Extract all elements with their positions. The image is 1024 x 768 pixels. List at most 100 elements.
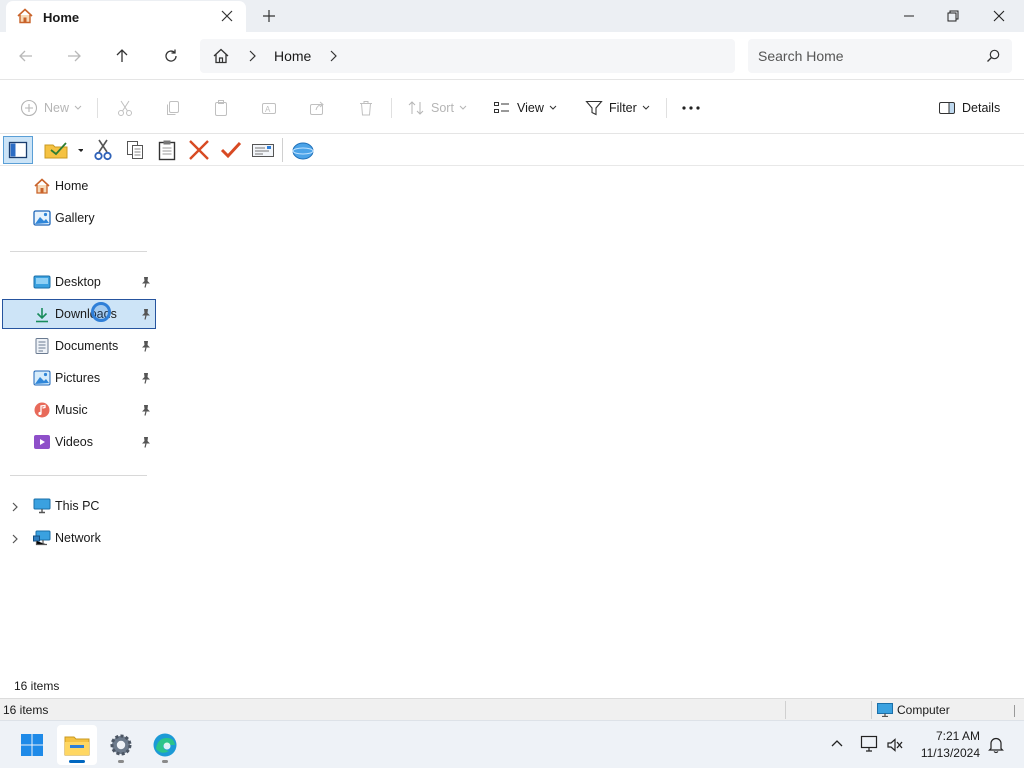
trash-icon [360, 101, 372, 116]
copy-quick-button[interactable] [120, 136, 150, 164]
nav-item-home[interactable]: Home [2, 171, 156, 201]
breadcrumb-home[interactable]: Home [274, 48, 311, 64]
nav-divider [10, 251, 147, 252]
nav-label: Videos [55, 435, 93, 449]
chevron-down-icon [642, 105, 650, 110]
tab-home[interactable]: Home [6, 1, 246, 32]
svg-text:A: A [265, 105, 271, 114]
minimize-button[interactable] [886, 0, 932, 32]
pin-icon[interactable] [141, 372, 151, 387]
properties-quick-button[interactable] [248, 136, 278, 164]
search-box[interactable] [748, 39, 1012, 73]
nav-item-network[interactable]: Network [2, 523, 156, 553]
apply-quick-button[interactable] [216, 136, 246, 164]
sort-button[interactable]: Sort [407, 97, 467, 119]
delete-button[interactable] [357, 97, 375, 119]
taskbar-file-explorer[interactable] [57, 725, 97, 765]
up-button[interactable] [110, 44, 134, 68]
clock-date[interactable]: 11/13/2024 [914, 746, 980, 760]
nav-item-this-pc[interactable]: This PC [2, 491, 156, 521]
network-status-icon[interactable] [860, 735, 880, 756]
pane-icon [8, 141, 28, 159]
details-button[interactable]: Details [938, 97, 1000, 119]
close-window-button[interactable] [976, 0, 1022, 32]
taskbar-settings[interactable] [101, 725, 141, 765]
paste-icon [215, 100, 227, 116]
scissors-icon [94, 139, 112, 161]
nav-item-music[interactable]: Music [2, 395, 156, 425]
restore-button[interactable] [930, 0, 976, 32]
pin-icon[interactable] [141, 340, 151, 355]
chevron-right-icon[interactable] [247, 50, 257, 65]
chevron-right-icon[interactable] [328, 50, 338, 65]
music-folder-icon [33, 402, 51, 421]
navigation-pane-toggle[interactable] [3, 136, 33, 164]
resize-grip[interactable] [1014, 705, 1015, 717]
address-bar[interactable]: Home [200, 39, 735, 73]
clock-time[interactable]: 7:21 AM [914, 729, 980, 743]
command-separator [666, 98, 667, 118]
chevron-right-icon[interactable] [11, 533, 19, 547]
move-to-folder-button[interactable] [40, 136, 86, 164]
globe-icon [292, 142, 314, 160]
paste-button[interactable] [212, 97, 230, 119]
nav-label: Pictures [55, 371, 101, 385]
new-tab-button[interactable] [262, 9, 276, 23]
pin-icon[interactable] [141, 308, 151, 323]
cut-quick-button[interactable] [88, 136, 118, 164]
nav-item-documents[interactable]: Documents [2, 331, 156, 361]
delete-quick-button[interactable] [184, 136, 214, 164]
close-tab-icon[interactable] [220, 9, 234, 23]
desktop-folder-icon [33, 274, 51, 293]
pin-icon[interactable] [141, 436, 151, 451]
taskbar: 7:21 AM 11/13/2024 [0, 720, 1024, 768]
downloads-folder-icon [33, 306, 51, 327]
nav-label: This PC [55, 499, 100, 513]
filter-button[interactable]: Filter [585, 97, 650, 119]
volume-muted-icon[interactable] [886, 737, 904, 756]
taskbar-edge[interactable] [145, 725, 185, 765]
new-button[interactable]: New [20, 97, 82, 119]
back-button[interactable] [14, 44, 38, 68]
paste-quick-button[interactable] [152, 136, 182, 164]
status-item-count: 16 items [3, 703, 49, 717]
nav-item-pictures[interactable]: Pictures [2, 363, 156, 393]
web-quick-button[interactable] [288, 136, 318, 164]
folder-move-icon [44, 142, 83, 159]
search-input[interactable] [758, 46, 978, 66]
more-options-button[interactable] [680, 97, 702, 119]
share-button[interactable] [308, 97, 326, 119]
title-bar: Home [0, 0, 1024, 32]
nav-item-downloads[interactable]: Downloads [2, 299, 156, 329]
view-button[interactable]: View [493, 97, 557, 119]
forward-button[interactable] [62, 44, 86, 68]
pictures-folder-icon [33, 370, 51, 389]
view-icon [494, 102, 509, 113]
refresh-button[interactable] [159, 44, 183, 68]
start-icon [21, 734, 43, 756]
notification-bell-icon[interactable] [988, 736, 1004, 757]
nav-item-desktop[interactable]: Desktop [2, 267, 156, 297]
copy-button[interactable] [164, 97, 182, 119]
videos-folder-icon [33, 434, 51, 453]
delete-x-icon [189, 140, 209, 160]
rename-button[interactable]: A [260, 97, 278, 119]
pin-icon[interactable] [141, 276, 151, 291]
chevron-down-icon [459, 105, 467, 110]
home-icon[interactable] [212, 48, 230, 67]
checkmark-icon [220, 141, 242, 159]
nav-item-gallery[interactable]: Gallery [2, 203, 156, 233]
scissors-icon [118, 100, 132, 116]
more-icon [682, 106, 700, 110]
copy-icon [167, 101, 179, 115]
pin-icon[interactable] [141, 404, 151, 419]
status-bar: 16 items Computer [0, 698, 1024, 720]
chevron-right-icon[interactable] [11, 501, 19, 515]
cut-button[interactable] [116, 97, 134, 119]
nav-label: Documents [55, 339, 119, 353]
view-label: View [517, 101, 544, 115]
start-button[interactable] [12, 725, 52, 765]
nav-item-videos[interactable]: Videos [2, 427, 156, 457]
show-hidden-icons-icon[interactable] [830, 737, 844, 751]
nav-divider [10, 475, 147, 476]
